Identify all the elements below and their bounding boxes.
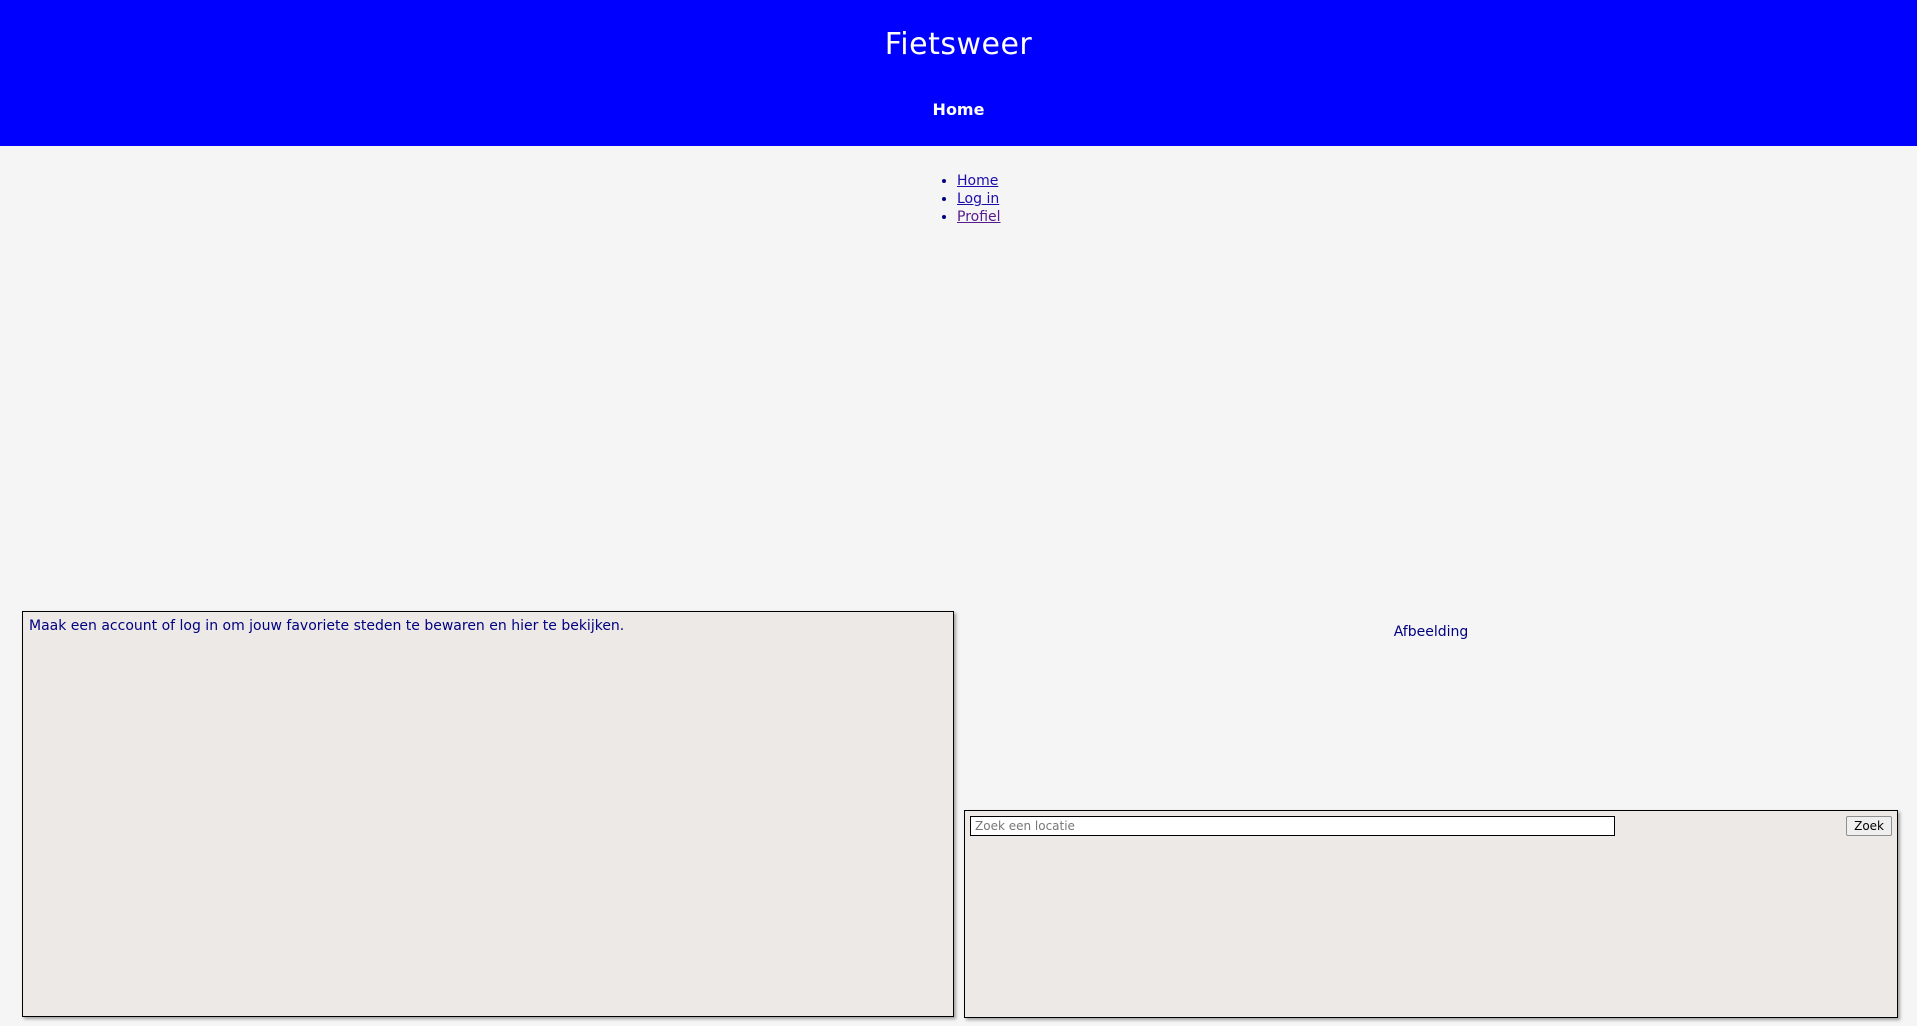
favorites-panel: Maak een account of log in om jouw favor…	[22, 611, 954, 1017]
search-button[interactable]: Zoek	[1846, 816, 1892, 836]
nav-list: Home Log in Profiel	[943, 172, 1001, 226]
nav-item-login: Log in	[957, 190, 1001, 208]
nav-item-profile: Profiel	[957, 208, 1001, 226]
nav-item-home: Home	[957, 172, 1001, 190]
site-header: Fietsweer Home	[0, 0, 1917, 146]
search-input[interactable]	[970, 816, 1615, 836]
nav-link-home[interactable]: Home	[957, 173, 998, 189]
site-title: Fietsweer	[884, 27, 1033, 62]
header-nav-home[interactable]: Home	[0, 100, 1917, 119]
search-panel: Zoek	[964, 810, 1898, 1018]
image-placeholder: Afbeelding	[1393, 624, 1469, 640]
favorites-message: Maak een account of log in om jouw favor…	[29, 618, 625, 634]
nav-link-login[interactable]: Log in	[957, 191, 999, 207]
nav-link-profile[interactable]: Profiel	[957, 209, 1001, 225]
